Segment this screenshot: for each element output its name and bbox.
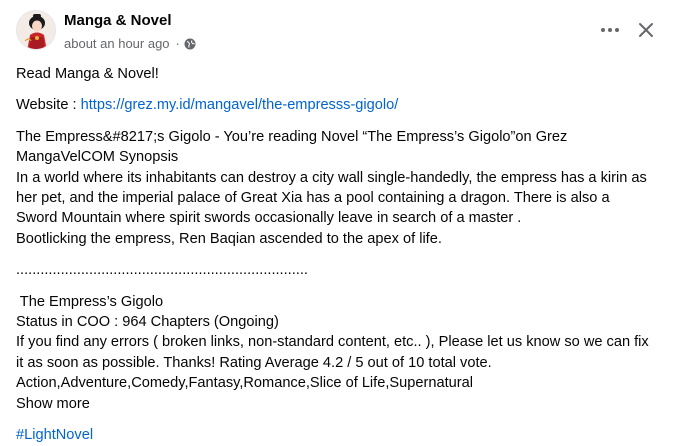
facebook-post: Manga & Novel about an hour ago · Read M… — [0, 0, 680, 443]
synopsis-line: In a world where its inhabitants can des… — [16, 169, 647, 186]
close-icon — [639, 23, 653, 37]
more-options-button[interactable] — [592, 12, 628, 48]
status-line: Status in COO : 964 Chapters (Ongoing) — [16, 314, 279, 331]
website-label: Website : — [16, 97, 81, 114]
close-button[interactable] — [628, 12, 664, 48]
novel-title: The Empress’s Gigolo — [16, 293, 164, 310]
synopsis-line: The Empress&#8217;s Gigolo - You’re read… — [16, 128, 568, 145]
avatar[interactable] — [16, 10, 56, 50]
divider-dots: ........................................… — [16, 262, 308, 279]
genres-line: Action,Adventure,Comedy,Fantasy,Romance,… — [16, 375, 473, 392]
intro-text: Read Manga & Novel! — [16, 66, 159, 82]
meta-separator: · — [175, 36, 180, 51]
globe-icon — [184, 38, 196, 50]
avatar-image — [17, 11, 55, 49]
errors-line: If you find any errors ( broken links, n… — [16, 334, 649, 351]
post-timestamp[interactable]: about an hour ago — [64, 36, 170, 51]
website-link[interactable]: https://grez.my.id/mangavel/the-empresss… — [81, 97, 399, 113]
synopsis-line: her pet, and the imperial palace of Grea… — [16, 190, 610, 207]
more-options-icon — [601, 28, 619, 32]
website-line: Website : https://grez.my.id/mangavel/th… — [16, 95, 666, 115]
errors-line: it as soon as possible. Thanks! Rating A… — [16, 354, 492, 371]
hashtag-link[interactable]: #LightNovel — [16, 425, 666, 445]
synopsis-line: Sword Mountain where spirit swords occas… — [16, 210, 522, 227]
show-more-link[interactable]: Show more — [16, 394, 666, 414]
synopsis-line: Bootlicking the empress, Ren Baqian asce… — [16, 230, 442, 247]
post-content: Read Manga & Novel! Website : https://gr… — [16, 64, 666, 446]
post-meta: about an hour ago · — [64, 36, 196, 51]
synopsis-line: MangaVelCOM Synopsis — [16, 149, 179, 166]
author-name[interactable]: Manga & Novel — [64, 12, 172, 29]
